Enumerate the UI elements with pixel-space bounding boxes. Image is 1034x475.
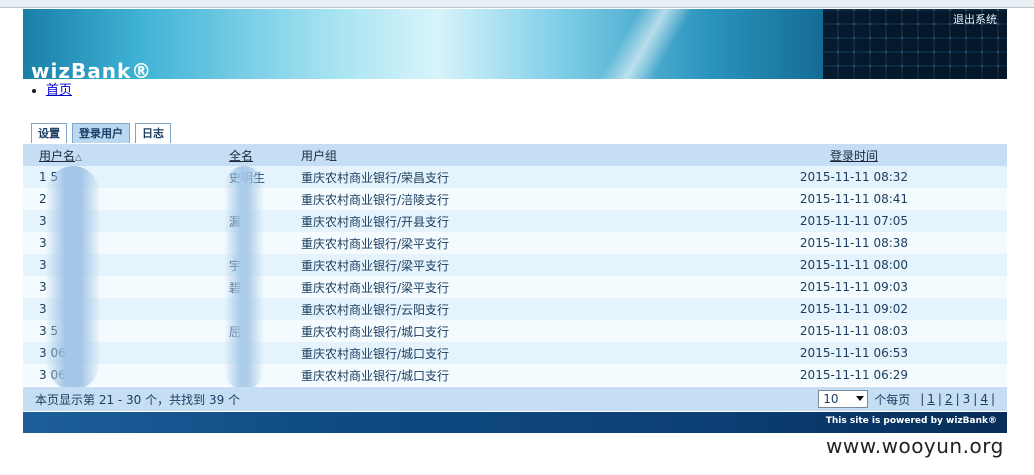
table-row: 3 碧重庆农村商业银行/梁平支行2015-11-11 09:03 [23, 276, 1007, 298]
pager-separator: | [937, 392, 942, 406]
cell-group: 重庆农村商业银行/云阳支行 [301, 302, 450, 317]
sort-asc-icon: △ [75, 152, 82, 163]
table-row: 2 重庆农村商业银行/涪陵支行 2015-11-11 08:41 [23, 188, 1007, 210]
header-group: 用户组 [301, 148, 338, 163]
table-row: 1 5史明生重庆农村商业银行/荣昌支行2015-11-11 08:32 [23, 166, 1007, 188]
fullname-redaction [225, 166, 263, 390]
table-row: 3 重庆农村商业银行/云阳支行 2015-11-11 09:02 [23, 298, 1007, 320]
table-row: 3 06重庆农村商业银行/城口支行2015-11-11 06:53 [23, 342, 1007, 364]
cell-login-time: 2015-11-11 06:29 [799, 368, 909, 382]
tab-logged-in-users[interactable]: 登录用户 [72, 123, 130, 143]
cell-group: 重庆农村商业银行/荣昌支行 [301, 170, 450, 185]
browser-top-strip [0, 0, 1034, 8]
table-row: 3 06重庆农村商业银行/城口支行2015-11-11 06:29 [23, 364, 1007, 386]
tab-settings[interactable]: 设置 [31, 123, 67, 143]
cell-group: 重庆农村商业银行/城口支行 [301, 368, 450, 383]
cell-group: 重庆农村商业银行/梁平支行 [301, 258, 450, 273]
cell-group: 重庆农村商业银行/城口支行 [301, 346, 450, 361]
cell-group: 重庆农村商业银行/城口支行 [301, 324, 450, 339]
page-size-value: 10 [823, 392, 839, 406]
footer-bar: This site is powered by wizBank® [23, 412, 1007, 433]
pager-separator: | [920, 392, 925, 406]
table-row: 3 漏重庆农村商业银行/开县支行2015-11-11 07:05 [23, 210, 1007, 232]
sort-time-link[interactable]: 登录时间 [830, 149, 878, 163]
breadcrumb: 首页 [46, 79, 72, 98]
cell-group: 重庆农村商业银行/开县支行 [301, 214, 450, 229]
header-banner: wizBank® 退出系统 [23, 9, 1007, 79]
sort-username-link[interactable]: 用户名 [39, 149, 75, 163]
page-link-2[interactable]: 2 [945, 392, 953, 406]
cell-group: 重庆农村商业银行/梁平支行 [301, 236, 450, 251]
per-page-label: 个每页 [874, 392, 911, 407]
header-login-time[interactable]: 登录时间 [701, 144, 1007, 166]
cell-login-time: 2015-11-11 07:05 [799, 214, 909, 228]
tab-bar: 设置 登录用户 日志 [31, 123, 171, 143]
page-link-4[interactable]: 4 [980, 392, 988, 406]
cell-login-time: 2015-11-11 08:00 [799, 258, 909, 272]
pager-separator: | [973, 392, 978, 406]
table-row: 3 宇重庆农村商业银行/梁平支行2015-11-11 08:00 [23, 254, 1007, 276]
pager-separator: | [990, 392, 995, 406]
users-table-container: 用户名△ 全名 用户组 登录时间 1 5史明生重庆农村商业银行/荣昌支行2015… [23, 144, 1007, 390]
header-fullname[interactable]: 全名 [229, 144, 301, 166]
cell-login-time: 2015-11-11 09:03 [799, 280, 909, 294]
pager: 10 个每页 | 1 | 2 | 3 | 4 | [818, 390, 995, 408]
tab-log[interactable]: 日志 [135, 123, 171, 143]
table-row: 3 重庆农村商业银行/梁平支行 2015-11-11 08:38 [23, 232, 1007, 254]
breadcrumb-item: 首页 [46, 79, 72, 98]
dropdown-arrow-icon [856, 396, 865, 401]
watermark-text: www.wooyun.org [826, 434, 1004, 458]
logged-in-users-table: 用户名△ 全名 用户组 登录时间 1 5史明生重庆农村商业银行/荣昌支行2015… [23, 144, 1007, 386]
page-current: 3 [962, 392, 971, 406]
cell-login-time: 2015-11-11 08:32 [799, 170, 909, 184]
home-link[interactable]: 首页 [46, 83, 72, 98]
powered-by-text: This site is powered by wizBank® [825, 416, 997, 426]
cell-group: 重庆农村商业银行/涪陵支行 [301, 192, 450, 207]
pager-separator: | [955, 392, 960, 406]
cell-login-time: 2015-11-11 09:02 [799, 302, 909, 316]
top-link[interactable]: 退出系统 [953, 11, 997, 27]
sort-fullname-link[interactable]: 全名 [229, 149, 253, 163]
result-count: 本页显示第 21 - 30 个，共找到 39 个 [35, 393, 241, 407]
wizbank-logo: wizBank® [31, 59, 153, 79]
table-row: 3 5屈重庆农村商业银行/城口支行2015-11-11 08:03 [23, 320, 1007, 342]
pagination-bar: 本页显示第 21 - 30 个，共找到 39 个 10 个每页 | 1 | 2 | … [23, 387, 1007, 411]
table-header-row: 用户名△ 全名 用户组 登录时间 [23, 144, 1007, 166]
page-size-select[interactable]: 10 [818, 390, 869, 408]
header-username[interactable]: 用户名△ [23, 144, 229, 166]
cell-login-time: 2015-11-11 08:03 [799, 324, 909, 338]
cell-login-time: 2015-11-11 08:41 [799, 192, 909, 206]
banner-light-streak [543, 9, 743, 79]
cell-group: 重庆农村商业银行/梁平支行 [301, 280, 450, 295]
cell-login-time: 2015-11-11 08:38 [799, 236, 909, 250]
username-redaction [47, 166, 99, 390]
page-link-1[interactable]: 1 [927, 392, 935, 406]
table-body: 1 5史明生重庆农村商业银行/荣昌支行2015-11-11 08:322重庆农村… [23, 166, 1007, 386]
cell-login-time: 2015-11-11 06:53 [799, 346, 909, 360]
